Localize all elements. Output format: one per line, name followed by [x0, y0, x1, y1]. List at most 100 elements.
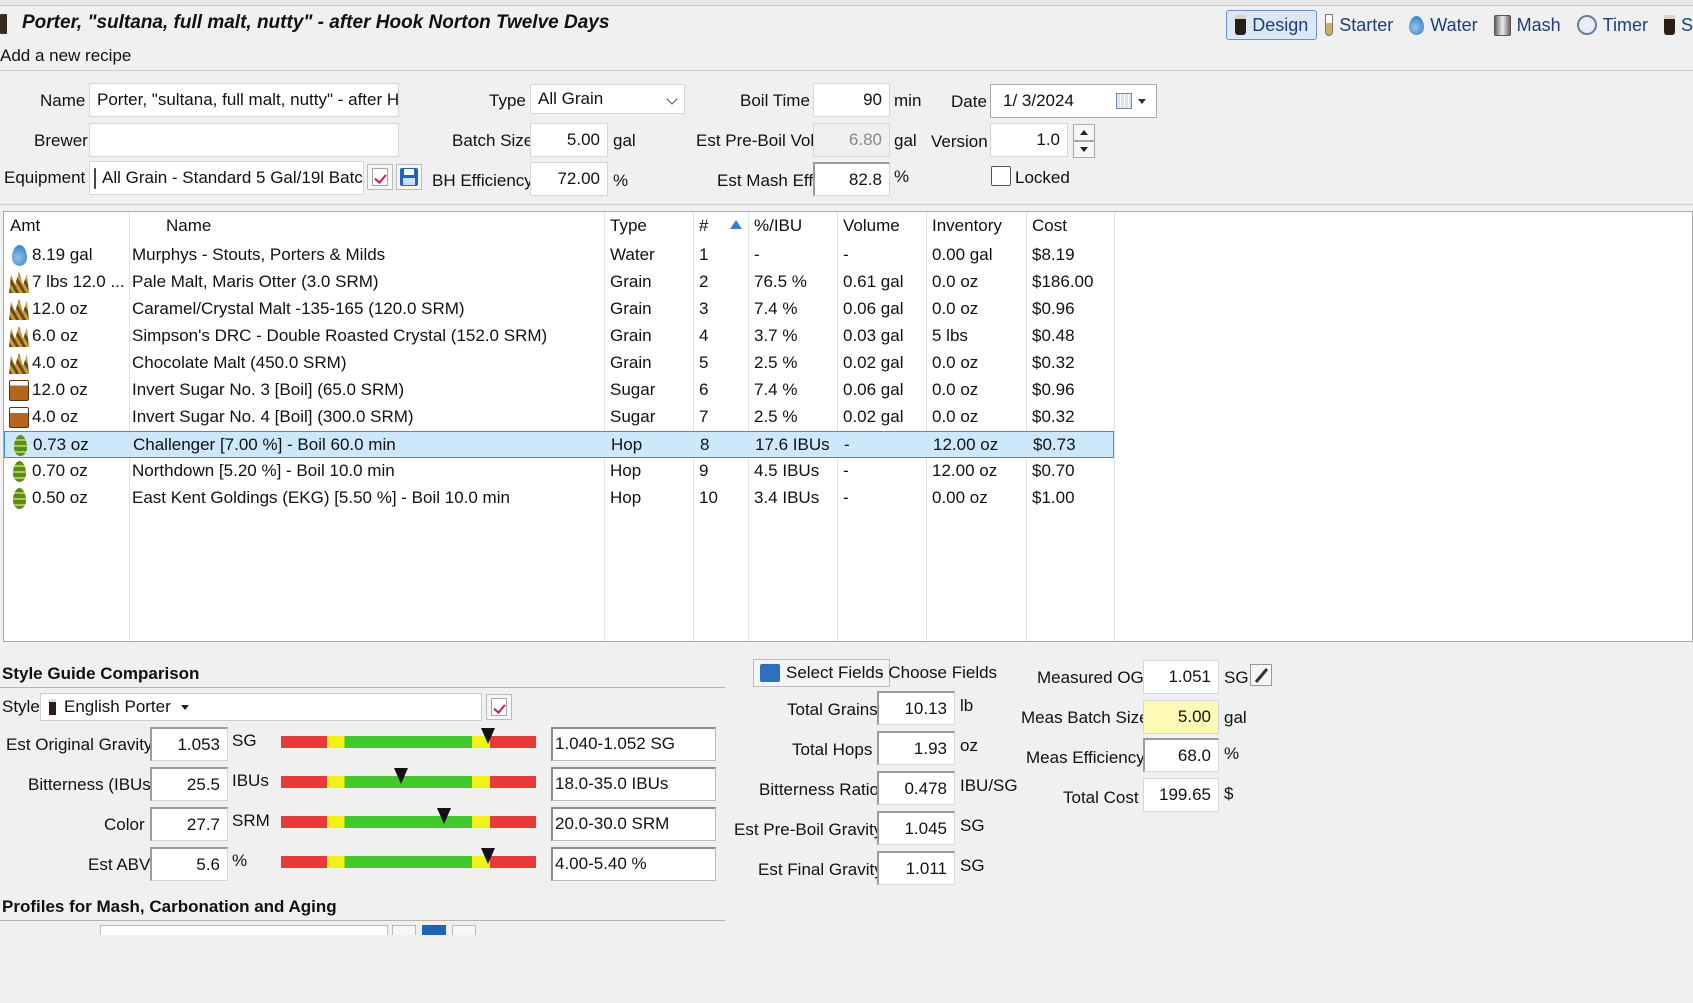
- water-tab[interactable]: Water: [1401, 10, 1485, 40]
- meas-batch-size-input[interactable]: 5.00: [1143, 700, 1219, 734]
- amount-cell: 6.0 oz: [32, 326, 79, 345]
- amount-cell: 0.50 oz: [32, 488, 88, 507]
- version-decrement-button[interactable]: [1073, 141, 1095, 158]
- table-row[interactable]: 6.0 oz Simpson's DRC - Double Roasted Cry…: [4, 323, 1114, 350]
- version-label: Version: [931, 132, 988, 151]
- table-row[interactable]: 0.73 oz Challenger [7.00 %] - Boil 60.0 m…: [4, 431, 1114, 458]
- style-select[interactable]: English Porter: [40, 693, 482, 721]
- number-cell: 7: [699, 407, 709, 426]
- style-guide-title: Style Guide Comparison: [2, 664, 200, 683]
- number-cell: 4: [699, 326, 709, 345]
- table-row[interactable]: 4.0 oz Chocolate Malt (450.0 SRM) Grain 5 2.…: [4, 350, 1114, 377]
- name-input[interactable]: Porter, "sultana, full malt, nutty" - af…: [89, 83, 399, 117]
- column-header-amt[interactable]: Amt: [10, 216, 40, 236]
- pre-boil-vol-label: Est Pre-Boil Vol: [696, 131, 815, 150]
- volume-cell: 0.02 gal: [843, 407, 904, 426]
- column-header-pct-ibu[interactable]: %/IBU: [754, 216, 802, 236]
- style-check-button[interactable]: [486, 694, 512, 720]
- column-header-inventory[interactable]: Inventory: [932, 216, 1002, 236]
- amount-cell: 12.0 oz: [32, 380, 88, 399]
- equipment-select[interactable]: All Grain - Standard 5 Gal/19l Batc: [89, 161, 364, 195]
- table-row[interactable]: 4.0 oz Invert Sugar No. 4 [Boil] (300.0 S…: [4, 404, 1114, 431]
- amount-cell: 0.70 oz: [32, 461, 88, 480]
- style-row-label: Bitterness (IBUs): [28, 775, 157, 794]
- sugar-icon: [9, 380, 29, 401]
- volume-cell: -: [843, 245, 849, 264]
- table-row[interactable]: 7 lbs 12.0 ... Pale Malt, Maris Otter (3.…: [4, 269, 1114, 296]
- name-cell: Invert Sugar No. 3 [Boil] (65.0 SRM): [132, 380, 405, 399]
- field-value: 1.93: [877, 731, 955, 765]
- save-equipment-button[interactable]: [396, 164, 422, 190]
- volume-cell: -: [843, 488, 849, 507]
- locked-checkbox[interactable]: [991, 166, 1011, 186]
- style-row-unit: SRM: [232, 811, 270, 830]
- type-cell: Water: [610, 245, 655, 264]
- table-row[interactable]: 8.19 gal Murphys - Stouts, Porters & Mild…: [4, 242, 1114, 269]
- water-drop-icon: [1409, 15, 1425, 35]
- column-header-volume[interactable]: Volume: [843, 216, 900, 236]
- inventory-cell: 0.0 oz: [932, 299, 979, 318]
- select-fields-button[interactable]: Select Fields: [753, 659, 891, 687]
- design-tab[interactable]: Design: [1226, 10, 1318, 40]
- date-picker[interactable]: 1/ 3/2024: [990, 84, 1157, 118]
- name-cell: Simpson's DRC - Double Roasted Crystal (…: [132, 326, 548, 345]
- cost-cell: $0.48: [1032, 326, 1075, 345]
- keg-icon: [94, 167, 96, 189]
- style-marker: [393, 768, 408, 784]
- profile-select[interactable]: [100, 925, 388, 935]
- amount-cell: 12.0 oz: [32, 299, 88, 318]
- column-header-type[interactable]: Type: [610, 216, 647, 236]
- style-marker: [437, 808, 452, 824]
- type-cell: Sugar: [610, 407, 656, 426]
- puzzle-piece-icon: [760, 664, 780, 682]
- hydrometer-pen-icon[interactable]: [1250, 664, 1272, 686]
- test-tube-icon: [1325, 14, 1334, 36]
- profile-extra-button[interactable]: [452, 925, 476, 935]
- version-increment-button[interactable]: [1073, 124, 1095, 141]
- mash-tab[interactable]: Mash: [1486, 10, 1569, 40]
- volume-cell: 0.03 gal: [843, 326, 904, 345]
- table-row[interactable]: 0.70 oz Northdown [5.20 %] - Boil 10.0 mi…: [4, 458, 1114, 485]
- field-unit: oz: [960, 736, 978, 755]
- type-select[interactable]: All Grain: [530, 84, 685, 114]
- starter-tab[interactable]: Starter: [1317, 10, 1401, 40]
- name-cell: Invert Sugar No. 4 [Boil] (300.0 SRM): [132, 407, 414, 426]
- sort-ascending-icon: [730, 220, 742, 229]
- hop-icon: [14, 435, 27, 456]
- profile-check-button[interactable]: [392, 925, 416, 935]
- version-input[interactable]: 1.0: [990, 123, 1068, 157]
- name-cell: Challenger [7.00 %] - Boil 60.0 min: [133, 435, 396, 454]
- brewer-input[interactable]: [89, 123, 399, 157]
- name-cell: Northdown [5.20 %] - Boil 10.0 min: [132, 461, 395, 480]
- style-row-value: 27.7: [150, 807, 228, 841]
- column-header-cost[interactable]: Cost: [1032, 216, 1067, 236]
- number-cell: 3: [699, 299, 709, 318]
- field-unit: SG: [960, 816, 985, 835]
- type-cell: Hop: [610, 488, 642, 507]
- type-cell: Sugar: [610, 380, 656, 399]
- type-label: Type: [489, 91, 526, 110]
- more-tab[interactable]: S: [1656, 10, 1693, 40]
- name-label: Name: [40, 91, 86, 110]
- boil-time-input[interactable]: 90: [813, 83, 890, 117]
- amount-cell: 8.19 gal: [32, 245, 93, 264]
- select-fields-label: Select Fields: [786, 663, 884, 682]
- table-row[interactable]: 12.0 oz Caramel/Crystal Malt -135-165 (12…: [4, 296, 1114, 323]
- equipment-check-button[interactable]: [367, 164, 393, 190]
- timer-tab[interactable]: Timer: [1569, 10, 1656, 40]
- amount-cell: 7 lbs 12.0 ...: [32, 272, 125, 291]
- bh-efficiency-input[interactable]: 72.00: [530, 162, 608, 196]
- profile-save-button[interactable]: [422, 925, 446, 935]
- name-cell: Murphys - Stouts, Porters & Milds: [132, 245, 386, 264]
- column-header-number[interactable]: #: [699, 216, 708, 236]
- style-row-label: Color: [104, 815, 145, 834]
- meas-efficiency-value: 68.0: [1143, 738, 1219, 772]
- water-drop-icon: [12, 245, 27, 266]
- table-row[interactable]: 0.50 oz East Kent Goldings (EKG) [5.50 %]…: [4, 485, 1114, 512]
- column-header-name[interactable]: Name: [166, 216, 211, 236]
- measured-og-input[interactable]: 1.051: [1143, 660, 1219, 694]
- boil-time-label: Boil Time: [740, 91, 810, 110]
- table-row[interactable]: 12.0 oz Invert Sugar No. 3 [Boil] (65.0 S…: [4, 377, 1114, 404]
- batch-size-input[interactable]: 5.00: [530, 123, 608, 157]
- style-value: English Porter: [64, 697, 171, 716]
